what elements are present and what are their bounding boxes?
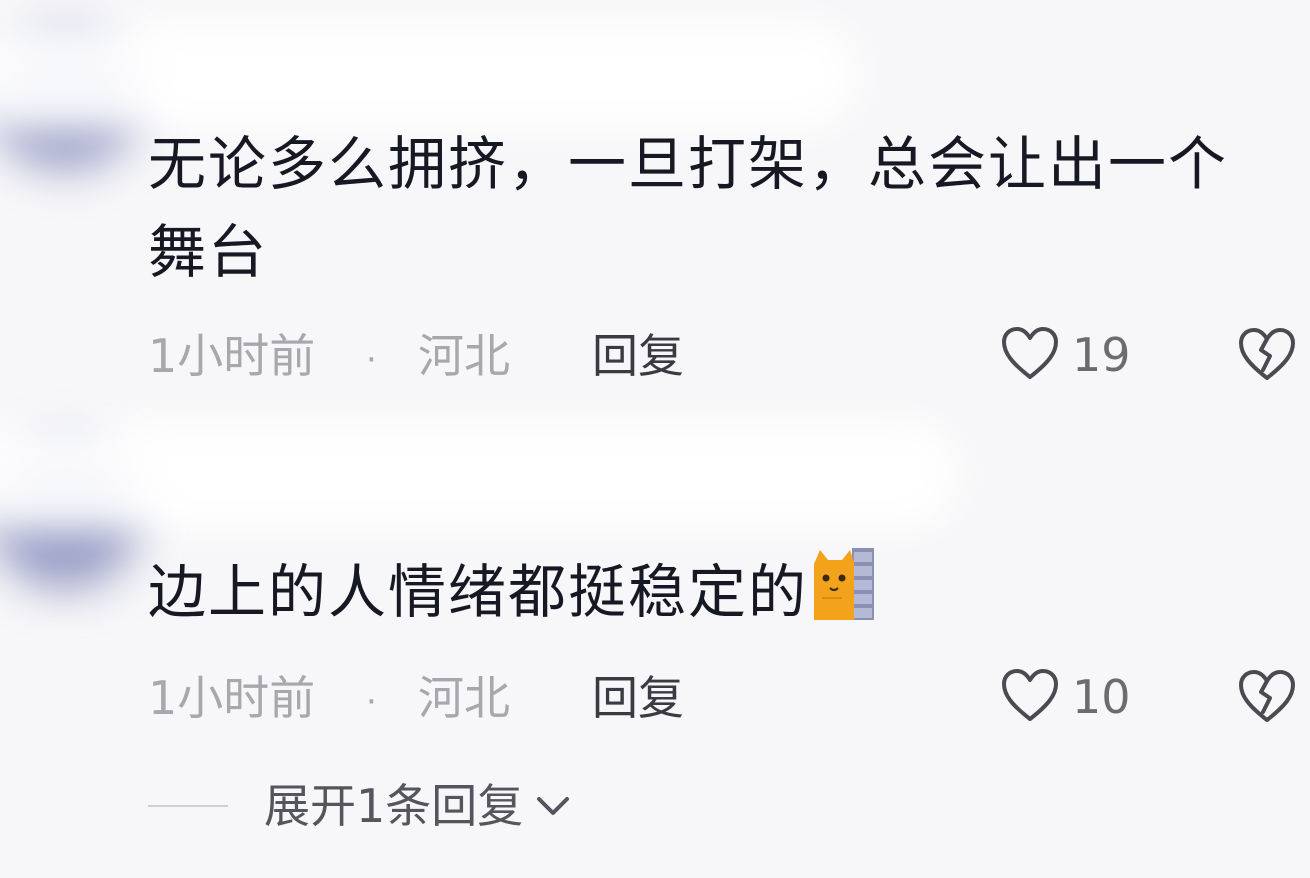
comment-item: 边上的人情绪都挺稳定的 1小时前 · 河北 回复 10 — [148, 548, 1298, 732]
cat-peeking-behind-wall-emoji — [812, 548, 876, 644]
like-button[interactable]: 10 — [1000, 662, 1131, 732]
comment-text: 边上的人情绪都挺稳定的 — [148, 548, 1298, 644]
comment-time: 1小时前 — [148, 671, 316, 725]
reply-button[interactable]: 回复 — [592, 670, 684, 726]
heart-outline-icon — [1000, 325, 1060, 385]
like-count: 10 — [1072, 670, 1131, 724]
comment-meta: 1小时前 · 河北 回复 10 — [148, 662, 1298, 732]
divider — [148, 805, 228, 807]
comment-meta: 1小时前 · 河北 回复 19 — [148, 320, 1298, 390]
expand-replies[interactable]: 展开1条回复 — [148, 776, 573, 836]
comment-location: 河北 — [418, 329, 510, 383]
username-blurred — [0, 20, 860, 130]
like-count: 19 — [1072, 328, 1131, 382]
broken-heart-icon[interactable] — [1236, 326, 1298, 386]
reply-button[interactable]: 回复 — [592, 328, 684, 384]
username-blurred-2 — [0, 420, 960, 530]
comment-item: 无论多么拥挤，一旦打架，总会让出一个舞台 1小时前 · 河北 回复 19 — [148, 120, 1298, 390]
broken-heart-icon[interactable] — [1236, 668, 1298, 728]
comment-text-body: 边上的人情绪都挺稳定的 — [148, 558, 809, 626]
meta-separator: · — [366, 682, 377, 722]
comment-text: 无论多么拥挤，一旦打架，总会让出一个舞台 — [148, 130, 1229, 286]
like-button[interactable]: 19 — [1000, 320, 1131, 390]
heart-outline-icon — [1000, 667, 1060, 727]
comment-location: 河北 — [418, 671, 510, 725]
comment-time: 1小时前 — [148, 329, 316, 383]
expand-replies-label[interactable]: 展开1条回复 — [264, 778, 523, 834]
meta-separator: · — [366, 340, 377, 380]
chevron-down-icon[interactable] — [533, 791, 573, 821]
